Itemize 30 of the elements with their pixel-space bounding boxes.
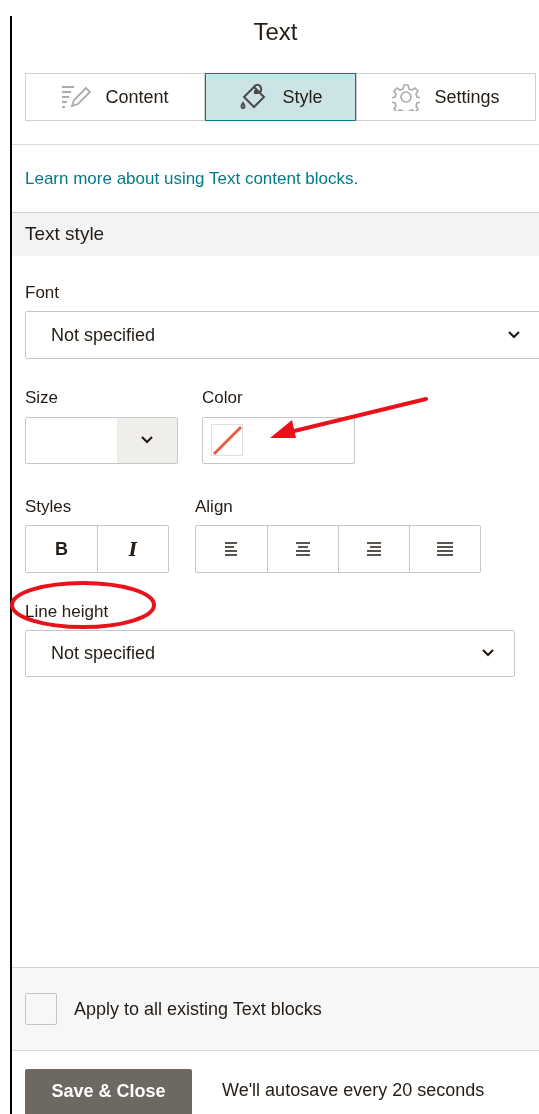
chevron-icon (482, 649, 494, 657)
panel-title: Text (253, 17, 298, 47)
settings-icon (392, 83, 421, 111)
align-justify-icon (436, 541, 454, 557)
save-close-button[interactable]: Save & Close (25, 1069, 192, 1114)
italic-button[interactable]: I (97, 526, 168, 572)
checkbox-label: Apply to all existing Text blocks (74, 997, 322, 1021)
field-label: Align (195, 496, 233, 516)
checkbox[interactable] (25, 993, 57, 1025)
field-label: Color (202, 388, 243, 407)
no-color-swatch-icon (211, 424, 243, 456)
field-label: Size (25, 388, 59, 407)
autosave-note: We'll autosave every 20 seconds (222, 1079, 485, 1102)
line-height-select[interactable]: Not specified (25, 629, 515, 677)
field-label: Styles (25, 496, 72, 516)
color-picker[interactable] (202, 416, 355, 464)
bold-button[interactable]: B (26, 526, 97, 572)
chevron-icon (141, 436, 153, 444)
field-label: Line height (25, 602, 109, 621)
chevron-icon (508, 331, 520, 339)
align-center-icon (294, 541, 312, 557)
section-heading: Text style (25, 221, 105, 246)
tab[interactable]: Content (25, 73, 205, 121)
field-label: Font (25, 282, 60, 302)
tab[interactable]: Style (205, 73, 356, 121)
align-right-icon (365, 541, 383, 557)
tab[interactable]: Settings (356, 73, 536, 121)
help-link[interactable]: Learn more about using Text content blocks. (25, 169, 359, 188)
pencil-icon (61, 84, 92, 110)
font-select[interactable]: Not specified (25, 311, 539, 359)
